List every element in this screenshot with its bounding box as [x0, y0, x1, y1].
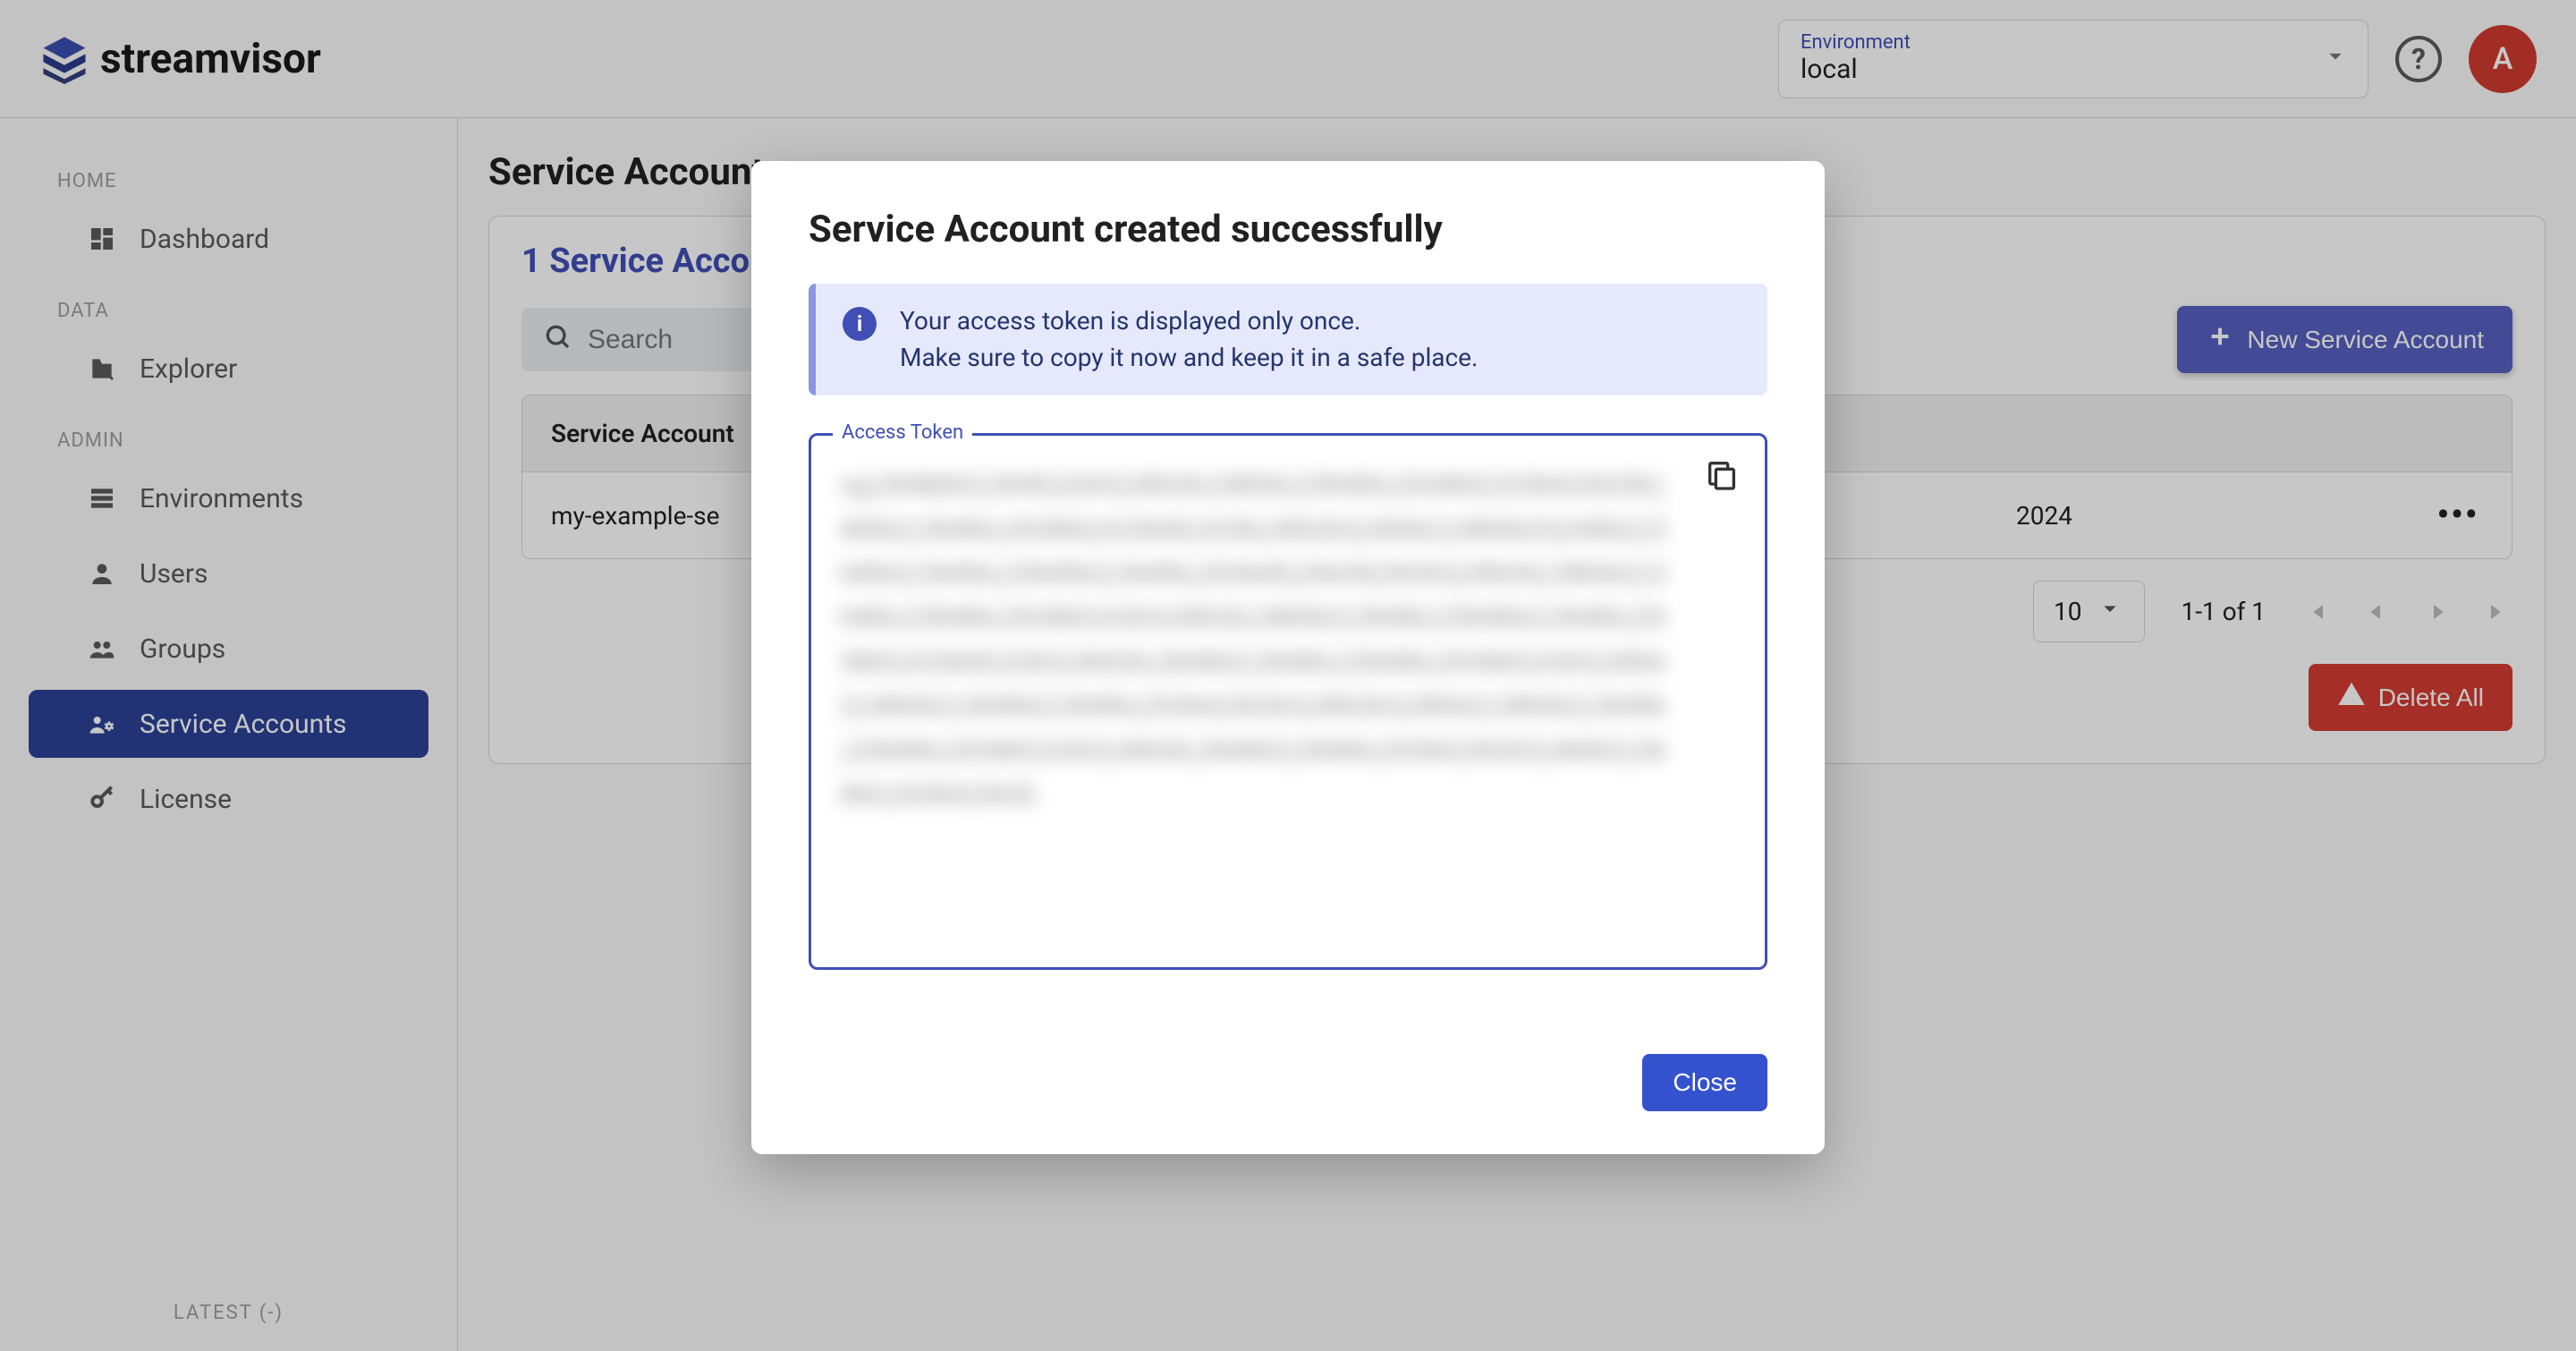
modal-title: Service Account created successfully	[809, 208, 1767, 251]
token-value-blurred: sgj3h4b5k2j3h45jk2h3j45h2kj34h5kj23h45kj…	[840, 464, 1675, 939]
info-icon: i	[843, 307, 877, 341]
modal-overlay[interactable]: Service Account created successfully i Y…	[0, 0, 2576, 1351]
info-line2: Make sure to copy it now and keep it in …	[900, 340, 1478, 377]
access-token-field: Access Token sgj3h4b5k2j3h45jk2h3j45h2kj…	[809, 433, 1767, 970]
button-label: Close	[1673, 1068, 1737, 1096]
info-box: i Your access token is displayed only on…	[809, 284, 1767, 395]
service-account-created-modal: Service Account created successfully i Y…	[751, 161, 1825, 1154]
close-button[interactable]: Close	[1642, 1054, 1767, 1111]
copy-token-button[interactable]	[1704, 457, 1740, 499]
token-label: Access Token	[833, 421, 972, 444]
info-line1: Your access token is displayed only once…	[900, 303, 1478, 340]
